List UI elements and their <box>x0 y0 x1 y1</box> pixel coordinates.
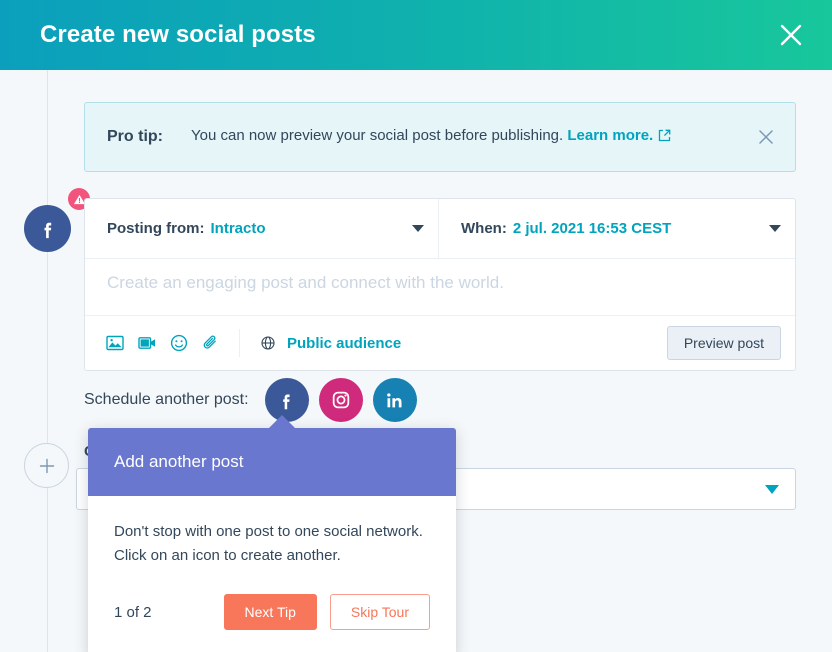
media-icon-group <box>105 329 240 357</box>
attachment-icon[interactable] <box>201 333 221 353</box>
add-post-circle[interactable] <box>24 443 69 488</box>
video-icon[interactable] <box>137 333 157 353</box>
image-icon[interactable] <box>105 333 125 353</box>
when-label: When: <box>461 220 507 237</box>
skip-tour-button[interactable]: Skip Tour <box>329 594 430 630</box>
next-tip-button[interactable]: Next Tip <box>223 594 317 630</box>
avatar[interactable] <box>24 205 71 252</box>
page-title: Create new social posts <box>40 21 316 48</box>
when-select[interactable]: When: 2 jul. 2021 16:53 CEST <box>439 199 795 258</box>
preview-post-button[interactable]: Preview post <box>666 326 781 360</box>
when-value: 2 jul. 2021 16:53 CEST <box>512 220 672 237</box>
schedule-another-post-row: Schedule another post: <box>84 375 427 425</box>
learn-more-link[interactable]: Learn more. <box>567 127 653 144</box>
post-card-header: Posting from: Intracto When: 2 jul. 2021… <box>85 199 795 259</box>
modal-header: Create new social posts <box>0 0 832 70</box>
posting-from-select[interactable]: Posting from: Intracto <box>85 199 439 258</box>
modal-body: Pro tip: You can now preview your social… <box>0 70 832 652</box>
network-button-linkedin[interactable] <box>372 378 417 422</box>
tour-actions: Next Tip Skip Tour <box>223 594 430 630</box>
tour-tooltip-footer: 1 of 2 Next Tip Skip Tour <box>88 568 456 652</box>
linkedin-icon <box>387 392 402 407</box>
close-icon[interactable] <box>772 16 810 54</box>
instagram-icon <box>332 391 349 409</box>
pro-tip-label: Pro tip: <box>107 128 163 145</box>
emoji-icon[interactable] <box>169 333 189 353</box>
audience-select[interactable]: Public audience <box>258 333 401 353</box>
facebook-icon <box>283 394 290 409</box>
posting-from-label: Posting from: <box>107 220 205 237</box>
timeline-rail <box>47 70 48 652</box>
tour-tooltip-header: Add another post <box>88 428 456 496</box>
schedule-another-post-label: Schedule another post: <box>84 391 249 408</box>
post-toolbar: Public audience Preview post <box>85 316 795 370</box>
pro-tip-close-icon[interactable] <box>753 124 779 150</box>
tour-text-line-1: Don't stop with one post to one social n… <box>114 523 423 540</box>
pro-tip-banner: Pro tip: You can now preview your social… <box>84 102 796 172</box>
external-link-icon <box>658 128 671 148</box>
tour-text-line-2: Click on an icon to create another. <box>114 547 341 564</box>
tour-tooltip-body: Don't stop with one post to one social n… <box>88 496 456 568</box>
globe-icon <box>258 333 278 353</box>
posting-from-value: Intracto <box>210 220 266 237</box>
composer-placeholder: Create an engaging post and connect with… <box>107 273 504 292</box>
post-composer[interactable]: Create an engaging post and connect with… <box>85 259 795 316</box>
pro-tip-message: You can now preview your social post bef… <box>191 127 564 145</box>
tour-title: Add another post <box>114 451 244 471</box>
post-card: Posting from: Intracto When: 2 jul. 2021… <box>84 198 796 371</box>
network-button-instagram[interactable] <box>318 378 363 422</box>
facebook-icon <box>44 222 51 238</box>
tooltip-arrow <box>268 415 296 429</box>
tour-tooltip: Add another post Don't stop with one pos… <box>88 415 456 652</box>
chevron-down-icon[interactable] <box>412 225 424 232</box>
chevron-down-icon[interactable] <box>769 225 781 232</box>
pro-tip-text: You can now preview your social post bef… <box>191 126 739 148</box>
chevron-down-icon[interactable] <box>765 484 779 494</box>
audience-label: Public audience <box>287 334 402 352</box>
tour-step-counter: 1 of 2 <box>114 603 152 621</box>
plus-icon <box>39 458 54 473</box>
